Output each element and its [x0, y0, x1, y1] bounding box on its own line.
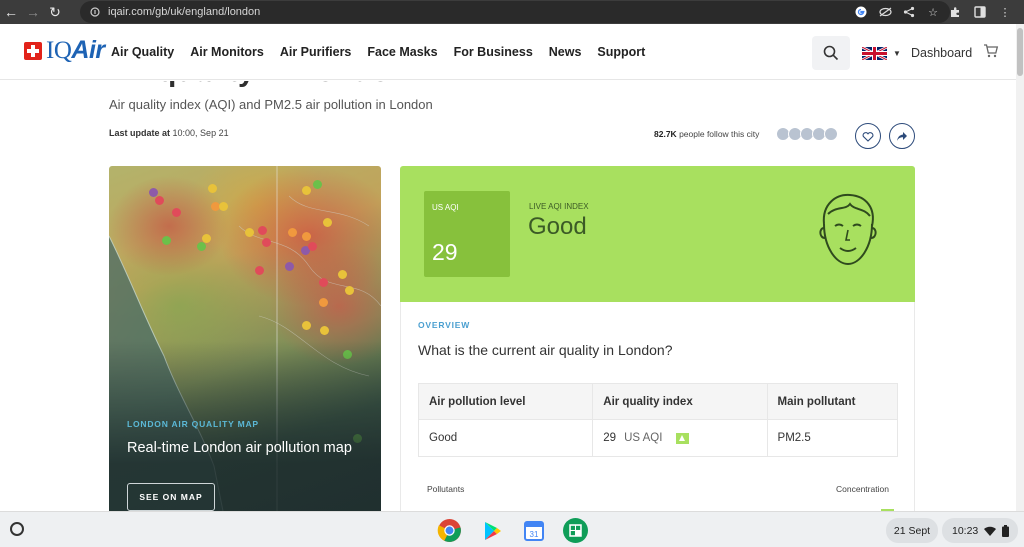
last-update-value: 10:00, Sep 21 [172, 128, 229, 138]
page-scrollbar[interactable] [1016, 24, 1024, 511]
followers-label: people follow this city [679, 129, 760, 139]
date-display[interactable]: 21 Sept [886, 518, 938, 543]
calendar-icon[interactable]: 31 [521, 518, 546, 543]
play-store-icon[interactable] [479, 518, 504, 543]
status-tray[interactable]: 10:23 [942, 518, 1018, 543]
nav-support[interactable]: Support [597, 45, 645, 59]
aqi-value: 29 [432, 239, 458, 265]
svg-text:31: 31 [529, 530, 538, 539]
nav-news[interactable]: News [549, 45, 582, 59]
pollution-level-value: Good [419, 420, 594, 456]
url-text[interactable]: iqair.com/gb/uk/england/london [108, 6, 260, 18]
last-update: Last update at 10:00, Sep 21 [109, 128, 229, 138]
nav-air-monitors[interactable]: Air Monitors [190, 45, 264, 59]
aqi-status: Good [528, 213, 587, 240]
bookmark-star-icon[interactable]: ☆ [926, 5, 940, 19]
map-card-title: Real-time London air pollution map [127, 440, 352, 456]
heart-icon [862, 131, 874, 142]
scrollbar-thumb[interactable] [1017, 28, 1023, 76]
share-icon[interactable] [902, 5, 916, 19]
followers-count: 82.7K [654, 129, 677, 139]
sheets-icon[interactable] [563, 518, 588, 543]
followers-text: 82.7K people follow this city [654, 129, 759, 139]
google-icon[interactable] [854, 5, 868, 19]
brand-suffix: Air [71, 36, 105, 64]
map-card-label: LONDON AIR QUALITY MAP [127, 419, 259, 429]
eye-off-icon[interactable] [878, 5, 892, 19]
concentration-label: Concentration [836, 484, 889, 494]
search-button[interactable] [812, 36, 850, 70]
header-main-pollutant: Main pollutant [777, 395, 856, 408]
aqi-cell-unit: US AQI [624, 432, 663, 444]
battery-icon [1002, 524, 1010, 537]
arrow-up-icon [676, 432, 690, 444]
cart-icon[interactable] [983, 43, 999, 64]
extensions-icon[interactable] [948, 5, 962, 19]
follower-avatars [776, 127, 838, 141]
air-quality-map-card[interactable]: LONDON AIR QUALITY MAP Real-time London … [109, 166, 381, 511]
aqi-cell-value: 29 [603, 432, 617, 444]
avatar [824, 127, 838, 141]
aqi-cell: 29 US AQI [593, 420, 768, 456]
chrome-icon[interactable] [437, 518, 462, 543]
page-content: Air quality in London Air quality index … [0, 81, 1016, 511]
share-arrow-icon [897, 131, 907, 141]
forward-icon[interactable]: → [22, 0, 44, 24]
menu-kebab-icon[interactable]: ⋮ [998, 5, 1012, 19]
iqair-logo[interactable]: IQAir [24, 36, 105, 65]
nav-for-business[interactable]: For Business [454, 45, 533, 59]
nav-air-purifiers[interactable]: Air Purifiers [280, 45, 352, 59]
table-row: Good 29 US AQI PM2.5 [419, 420, 897, 456]
browser-toolbar: ← → ↻ iqair.com/gb/uk/england/london ☆ ⋮ [0, 0, 1024, 24]
brand-prefix: IQ [46, 37, 72, 64]
overview-label: OVERVIEW [418, 320, 471, 330]
main-pollutant-value: PM2.5 [777, 432, 811, 444]
uk-flag-icon [862, 47, 887, 60]
header-air-quality-index: Air quality index [593, 383, 768, 420]
site-info-icon[interactable] [90, 7, 100, 17]
page-title: Air quality in London [108, 81, 408, 89]
site-header: IQAir Air Quality Air Monitors Air Purif… [0, 24, 1016, 80]
search-icon [823, 45, 839, 61]
pinned-apps: 31 [437, 518, 588, 543]
share-button[interactable] [889, 123, 915, 149]
live-aqi-label: LIVE AQI INDEX [529, 202, 589, 211]
overview-table: Air pollution level Air quality index Ma… [418, 383, 898, 457]
launcher-icon[interactable] [10, 522, 24, 536]
nav-air-quality[interactable]: Air Quality [111, 45, 174, 59]
back-icon[interactable]: ← [0, 0, 22, 24]
page-subtitle: Air quality index (AQI) and PM2.5 air po… [109, 97, 433, 112]
language-selector[interactable]: ▼ [862, 47, 901, 60]
last-update-label: Last update at [109, 128, 171, 138]
reload-icon[interactable]: ↻ [44, 0, 66, 24]
chevron-down-icon: ▼ [893, 49, 901, 58]
os-taskbar: 31 21 Sept 10:23 [0, 511, 1024, 547]
table-header: Air pollution level Air quality index Ma… [419, 383, 897, 420]
aqi-unit-label: US AQI [432, 203, 459, 212]
follow-button[interactable] [855, 123, 881, 149]
nav-face-masks[interactable]: Face Masks [367, 45, 437, 59]
aqi-summary-card: US AQI 29 LIVE AQI INDEX Good [400, 166, 915, 302]
happy-face-icon [819, 193, 877, 266]
dashboard-link[interactable]: Dashboard [911, 46, 972, 60]
main-nav: Air Quality Air Monitors Air Purifiers F… [111, 45, 661, 59]
overview-question: What is the current air quality in Londo… [418, 342, 673, 358]
overview-card: OVERVIEW What is the current air quality… [400, 302, 915, 511]
wifi-icon [984, 526, 997, 536]
pollutants-label: Pollutants [427, 484, 465, 494]
side-panel-icon[interactable] [973, 5, 987, 19]
see-on-map-button[interactable]: SEE ON MAP [127, 483, 215, 511]
clock-time: 10:23 [952, 524, 979, 537]
header-pollution-level: Air pollution level [419, 383, 594, 420]
address-bar[interactable]: iqair.com/gb/uk/england/london ☆ [80, 1, 950, 23]
aqi-value-box: US AQI 29 [424, 191, 510, 277]
swiss-flag-icon [24, 41, 42, 60]
